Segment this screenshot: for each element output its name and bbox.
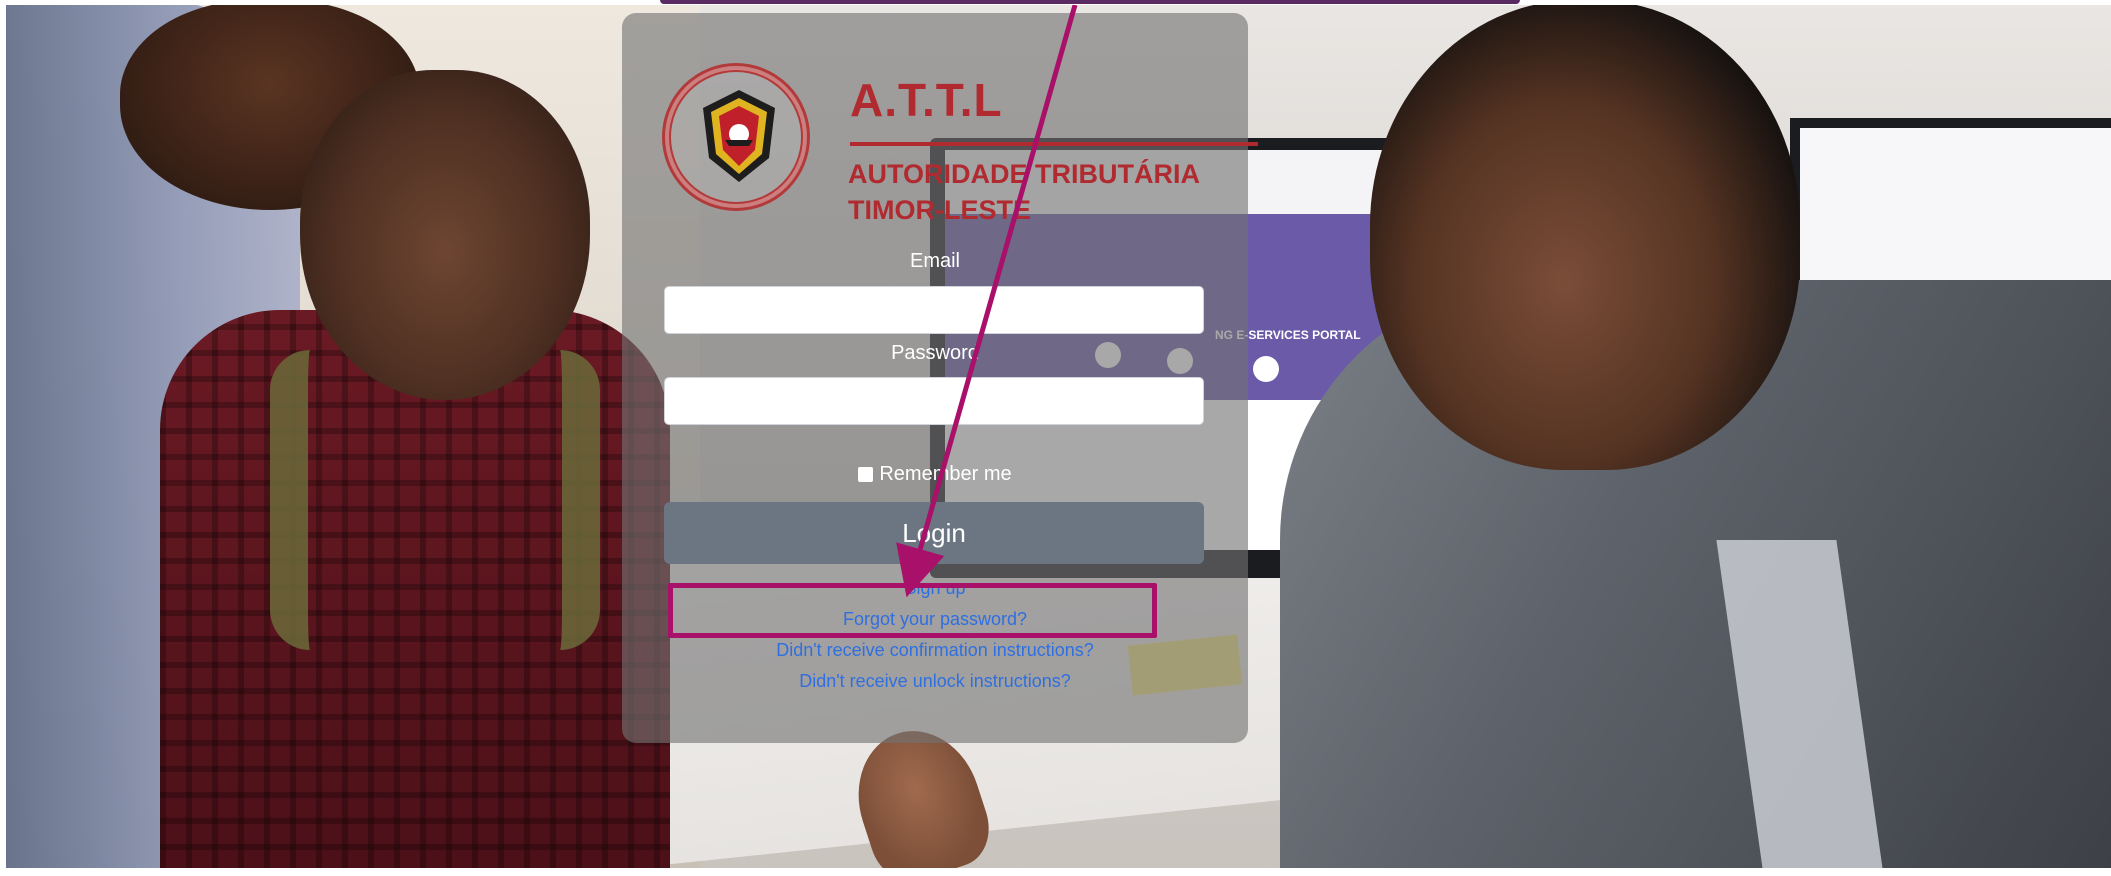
remember-me-label: Remember me [879,463,1012,485]
monitor-stat-a: 44 [1263,398,1279,414]
password-field[interactable] [664,377,1204,425]
logo-divider [850,142,1258,146]
emblem-seal-icon [662,63,810,211]
background-person-middle-head [300,70,590,400]
attl-logo: A.T.T.L AUTORIDADE TRIBUTÁRIA TIMOR-LEST… [662,63,1258,233]
login-button[interactable]: Login [664,502,1204,564]
remember-me-checkbox[interactable] [858,467,874,482]
logo-org-name-line2: TIMOR-LESTE [848,195,1031,225]
bottom-edge [0,868,2111,876]
background-person-right-head [1370,0,1800,470]
email-label: Email [909,250,960,272]
sign-up-link[interactable]: Sign up [622,573,1248,604]
login-page: NG E-SERVICES PORTAL 44 34 [0,0,2111,876]
auth-links: Sign up Forgot your password? Didn't rec… [622,573,1248,697]
password-label: Password [891,342,979,364]
shield-icon [703,90,775,182]
confirmation-instructions-link[interactable]: Didn't receive confirmation instructions… [622,635,1248,666]
logo-org-name-line1: AUTORIDADE TRIBUTÁRIA [848,159,1200,189]
login-card: A.T.T.L AUTORIDADE TRIBUTÁRIA TIMOR-LEST… [622,13,1258,743]
remember-me[interactable]: Remember me [622,463,1248,486]
forgot-password-link[interactable]: Forgot your password? [622,604,1248,635]
top-annotation-bar [660,0,1520,4]
monitor-stat-icon [1253,356,1279,382]
email-field[interactable] [664,286,1204,334]
logo-acronym: A.T.T.L [850,74,1003,126]
left-edge [0,0,6,876]
unlock-instructions-link[interactable]: Didn't receive unlock instructions? [622,666,1248,697]
